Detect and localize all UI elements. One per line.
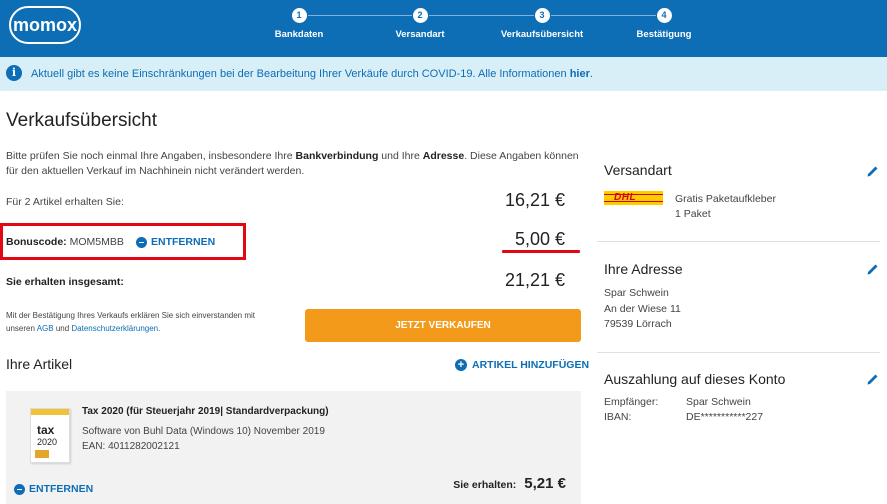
product-title: Tax 2020 (für Steuerjahr 2019| Standardv… (82, 406, 329, 417)
info-suffix: . (589, 68, 593, 80)
step-number: 4 (655, 7, 673, 24)
intro-part: Bitte prüfen Sie noch einmal Ihre Angabe… (6, 150, 296, 162)
receive-value: 5,21 € (524, 475, 566, 492)
covid-info-bar: i Aktuell gibt es keine Einschränkungen … (0, 57, 887, 91)
info-link[interactable]: hier (570, 68, 590, 80)
intro-bold-bank: Bankverbindung (295, 150, 379, 162)
plus-circle-icon: + (455, 359, 467, 371)
step-number: 3 (533, 7, 551, 24)
agb-link[interactable]: AGB (37, 324, 54, 333)
page-title: Verkaufsübersicht (6, 110, 158, 131)
minus-circle-icon (136, 236, 147, 248)
legal-part: . (158, 324, 161, 333)
dhl-text: DHL (614, 192, 637, 203)
product-image-title: tax (37, 423, 55, 437)
iban-label: IBAN: (604, 411, 632, 423)
articles-title: Ihre Artikel (6, 356, 73, 372)
shipping-line1: Gratis Paketaufkleber (675, 193, 776, 205)
intro-part: und Ihre (378, 150, 423, 162)
step-verkaufsuebersicht: 3 Verkaufsübersicht (482, 7, 602, 40)
article-card: tax 2020 Tax 2020 (für Steuerjahr 2019| … (6, 391, 581, 504)
bonus-code: MOM5MBB (69, 236, 124, 248)
product-image: tax 2020 (30, 408, 70, 463)
dhl-logo: DHL (604, 191, 663, 205)
remove-label: ENTFERNEN (29, 483, 94, 495)
shipping-title: Versandart (604, 162, 672, 178)
bonus-value: 5,00 € (514, 229, 565, 249)
legal-part: und (53, 324, 72, 333)
shipping-line2: 1 Paket (675, 208, 711, 220)
address-street: An der Wiese 11 (604, 303, 681, 315)
step-label: Bankdaten (274, 29, 324, 40)
add-article-label: ARTIKEL HINZUFÜGEN (472, 359, 590, 371)
step-label: Bestätigung (636, 29, 692, 40)
step-number: 1 (290, 7, 308, 24)
address-title: Ihre Adresse (604, 261, 683, 277)
bonus-code-row: Bonuscode: MOM5MBB (6, 236, 124, 248)
edit-shipping-icon[interactable] (866, 164, 880, 178)
info-icon: i (6, 65, 22, 81)
top-header: momox 1 Bankdaten 2 Versandart 3 Verkauf… (0, 0, 887, 57)
step-bankdaten: 1 Bankdaten (239, 7, 359, 40)
legal-text: Mit der Bestätigung Ihres Verkaufs erklä… (6, 309, 286, 335)
product-image-year: 2020 (37, 437, 58, 447)
recipient-label: Empfänger: (604, 396, 659, 408)
product-publisher: Software von Buhl Data (Windows 10) Nove… (82, 426, 325, 437)
remove-bonus-button[interactable]: ENTFERNEN (136, 236, 215, 248)
article-receive: Sie erhalten: 5,21 € (453, 475, 566, 492)
info-text: Aktuell gibt es keine Einschränkungen be… (31, 68, 593, 80)
intro-text: Bitte prüfen Sie noch einmal Ihre Angabe… (6, 149, 581, 179)
step-number: 2 (411, 7, 429, 24)
address-city: 79539 Lörrach (604, 318, 672, 330)
receive-label: Sie erhalten: (453, 479, 517, 491)
divider (597, 241, 880, 242)
total-value: 21,21 € (504, 270, 565, 290)
step-bestaetigung: 4 Bestätigung (604, 7, 724, 40)
remove-article-button[interactable]: ENTFERNEN (14, 483, 93, 495)
bonus-label: Bonuscode: (6, 236, 67, 248)
divider (597, 352, 880, 353)
step-label: Versandart (395, 29, 445, 40)
bonus-underline (502, 250, 580, 253)
payout-title: Auszahlung auf dieses Konto (604, 371, 786, 387)
intro-bold-address: Adresse (422, 150, 465, 162)
total-label: Sie erhalten insgesamt: (6, 276, 124, 288)
momox-logo[interactable]: momox (9, 6, 81, 44)
step-label: Verkaufsübersicht (500, 29, 584, 40)
add-article-button[interactable]: + ARTIKEL HINZUFÜGEN (455, 359, 589, 371)
edit-payout-icon[interactable] (866, 372, 880, 386)
step-versandart: 2 Versandart (360, 7, 480, 40)
items-value: 16,21 € (504, 190, 565, 210)
recipient-value: Spar Schwein (686, 396, 751, 408)
edit-address-icon[interactable] (866, 262, 880, 276)
address-name: Spar Schwein (604, 287, 669, 299)
items-label: Für 2 Artikel erhalten Sie: (6, 196, 124, 208)
confirm-sale-button[interactable]: JETZT VERKAUFEN (305, 309, 581, 342)
minus-circle-icon (14, 483, 25, 495)
product-ean: EAN: 4011282002121 (82, 441, 180, 452)
privacy-link[interactable]: Datenschutzerklärungen (71, 324, 158, 333)
iban-value: DE***********227 (686, 411, 764, 423)
remove-label: ENTFERNEN (151, 236, 216, 248)
info-message: Aktuell gibt es keine Einschränkungen be… (31, 68, 570, 80)
